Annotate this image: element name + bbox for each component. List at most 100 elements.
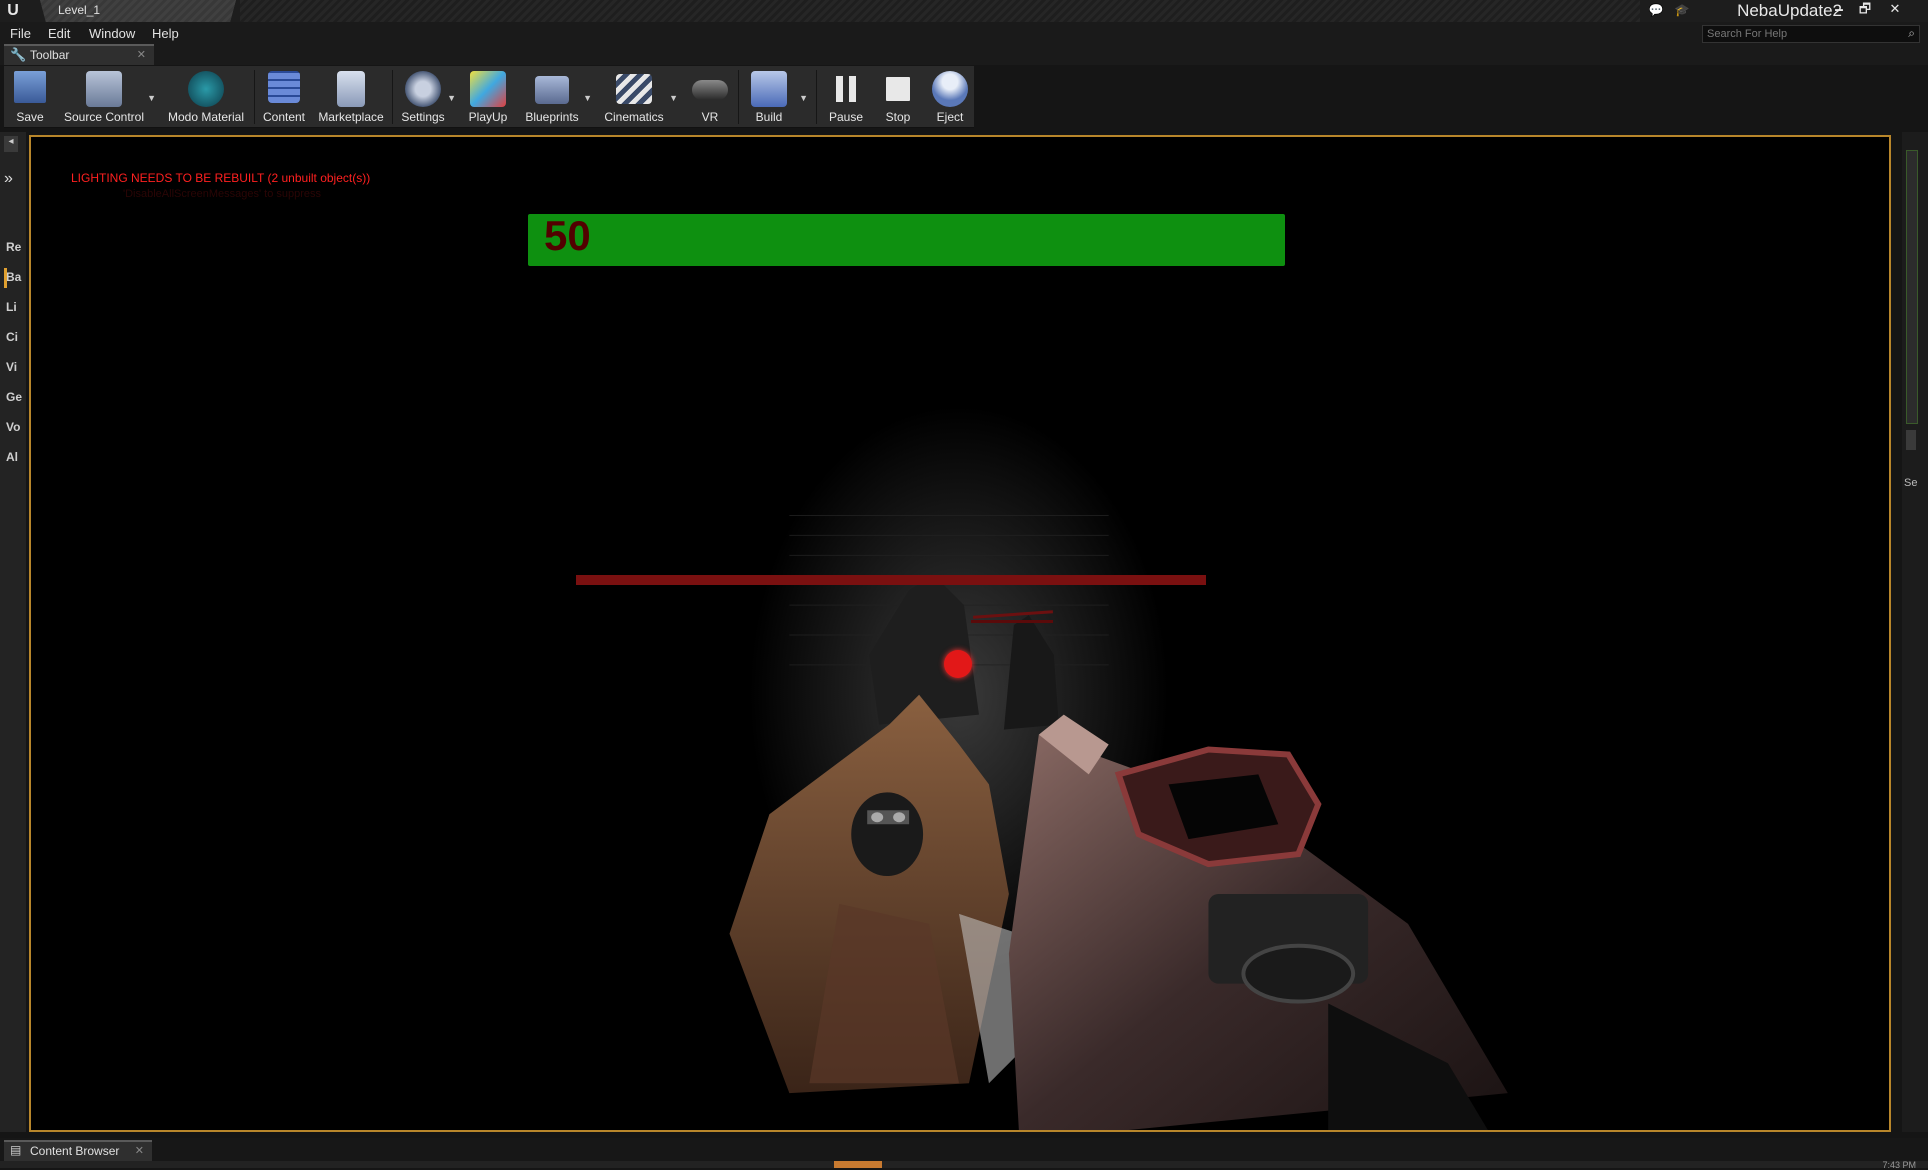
save-button[interactable]: Save [6,66,54,127]
suppress-hint-text: 'DisableAllScreenMessages' to suppress [123,188,322,200]
menu-file[interactable]: File [10,26,31,41]
unreal-logo-icon[interactable]: U [4,2,22,20]
player-health-value: 50 [544,212,591,259]
right-panel-tab[interactable]: Se [1904,477,1917,489]
source-control-label: Source Control [63,110,145,124]
blueprints-icon [535,76,569,104]
level-tab-label: Level_1 [58,3,101,17]
taskbar-clock: 7:43 PM [1882,1160,1916,1170]
menu-bar: File Edit Window Help ⌕ [0,22,1928,44]
pause-label: Pause [828,110,864,124]
blueprints-button[interactable]: Blueprints ▼ [518,66,592,127]
toolbar-tab[interactable]: 🔧 Toolbar ✕ [4,44,154,65]
toolbar-separator [816,70,817,124]
build-dropdown-icon[interactable]: ▼ [799,93,808,103]
lighting-warning-text: LIGHTING NEEDS TO BE REBUILT (2 unbuilt … [71,171,371,185]
side-tab-geometry[interactable]: Ge [6,390,22,404]
settings-dropdown-icon[interactable]: ▼ [447,93,456,103]
taskbar-active-app[interactable] [834,1161,882,1168]
cinematics-dropdown-icon[interactable]: ▼ [669,93,678,103]
stop-button[interactable]: Stop [874,66,922,127]
side-tab-visual-effects[interactable]: Vi [6,360,17,374]
panel-options-icon[interactable]: ◂ [4,136,18,152]
taskbar-strip [0,1161,1928,1168]
game-scene [729,405,1508,1130]
enemy-health-bar-distant-fill [971,620,1053,623]
content-browser-tab[interactable]: ▤ Content Browser ✕ [4,1140,152,1161]
side-tab-volumes[interactable]: Vo [6,420,20,434]
source-control-button[interactable]: Source Control ▼ [56,66,156,127]
modo-material-icon [188,71,224,107]
cinematics-icon [616,74,652,104]
minimize-button[interactable]: 🗕 [1828,1,1850,17]
settings-button[interactable]: Settings ▼ [394,66,456,127]
eject-button[interactable]: Eject [926,66,974,127]
source-control-icon [86,71,122,107]
right-panel-scroll-thumb[interactable] [1906,430,1916,450]
vr-button[interactable]: VR [684,66,736,127]
help-search-box: ⌕ [1702,25,1920,43]
restore-button[interactable]: 🗗 [1854,1,1876,17]
vr-icon [692,80,728,100]
toolbar-separator [392,70,393,124]
marketplace-icon [337,71,365,107]
vr-label: VR [701,110,719,124]
modo-material-label: Modo Material [167,110,245,124]
crosshair-icon [944,650,972,678]
eject-icon [932,71,968,107]
help-search-input[interactable] [1707,26,1887,42]
menu-window[interactable]: Window [89,26,135,41]
blueprints-dropdown-icon[interactable]: ▼ [583,93,592,103]
content-label: Content [262,110,306,124]
settings-label: Settings [401,110,445,124]
save-icon [14,71,46,103]
side-tab-selected-indicator [4,268,7,288]
menu-help[interactable]: Help [152,26,179,41]
toolbar-separator [254,70,255,124]
side-tab-lights[interactable]: Li [6,300,17,314]
eject-label: Eject [936,110,964,124]
game-viewport[interactable]: LIGHTING NEEDS TO BE REBUILT (2 unbuilt … [29,135,1891,1132]
close-tab-button[interactable]: ✕ [137,48,146,61]
stop-icon [886,77,910,101]
project-name: NebaUpdate2 [1737,1,1842,20]
content-browser-label: Content Browser [30,1144,120,1158]
chat-icon[interactable]: 💬 [1648,3,1664,17]
expand-panel-icon[interactable]: » [4,170,13,188]
pause-button[interactable]: Pause [820,66,872,127]
side-tab-recent[interactable]: Re [6,240,21,254]
toolbar-tab-label: Toolbar [30,48,70,62]
build-icon [751,71,787,107]
main-toolbar: Save Source Control ▼ Modo Material Cont… [4,66,974,128]
learn-cap-icon[interactable]: 🎓 [1674,3,1690,17]
settings-icon [405,71,441,107]
search-icon[interactable]: ⌕ [1908,26,1915,41]
marketplace-label: Marketplace [318,110,384,124]
marketplace-button[interactable]: Marketplace [314,66,388,127]
title-bar-drag-area[interactable] [240,0,1640,22]
side-tab-all-classes[interactable]: Al [6,450,18,464]
content-button[interactable]: Content [256,66,312,127]
menu-edit[interactable]: Edit [48,26,70,41]
stop-label: Stop [885,110,911,124]
pause-icon [836,76,856,102]
playup-icon [470,71,506,107]
playup-button[interactable]: PlayUp [462,66,514,127]
cinematics-button[interactable]: Cinematics ▼ [596,66,678,127]
toolbar-tab-row [0,44,1928,65]
close-window-button[interactable]: ✕ [1884,1,1906,17]
right-panel-scrollbar[interactable] [1906,150,1918,424]
build-button[interactable]: Build ▼ [740,66,808,127]
player-rifle [1008,714,1508,1130]
level-tab[interactable]: Level_1 [40,0,236,22]
cinematics-label: Cinematics [604,110,664,124]
modo-material-button[interactable]: Modo Material [162,66,250,127]
source-control-dropdown-icon[interactable]: ▼ [147,93,156,103]
content-icon [268,71,300,103]
content-browser-icon: ▤ [10,1143,22,1157]
close-content-browser-button[interactable]: ✕ [135,1144,144,1157]
side-tab-cinematic[interactable]: Ci [6,330,18,344]
save-label: Save [16,110,44,124]
side-tab-basic[interactable]: Ba [6,270,21,284]
player-health-bar: 50 [528,212,1285,266]
